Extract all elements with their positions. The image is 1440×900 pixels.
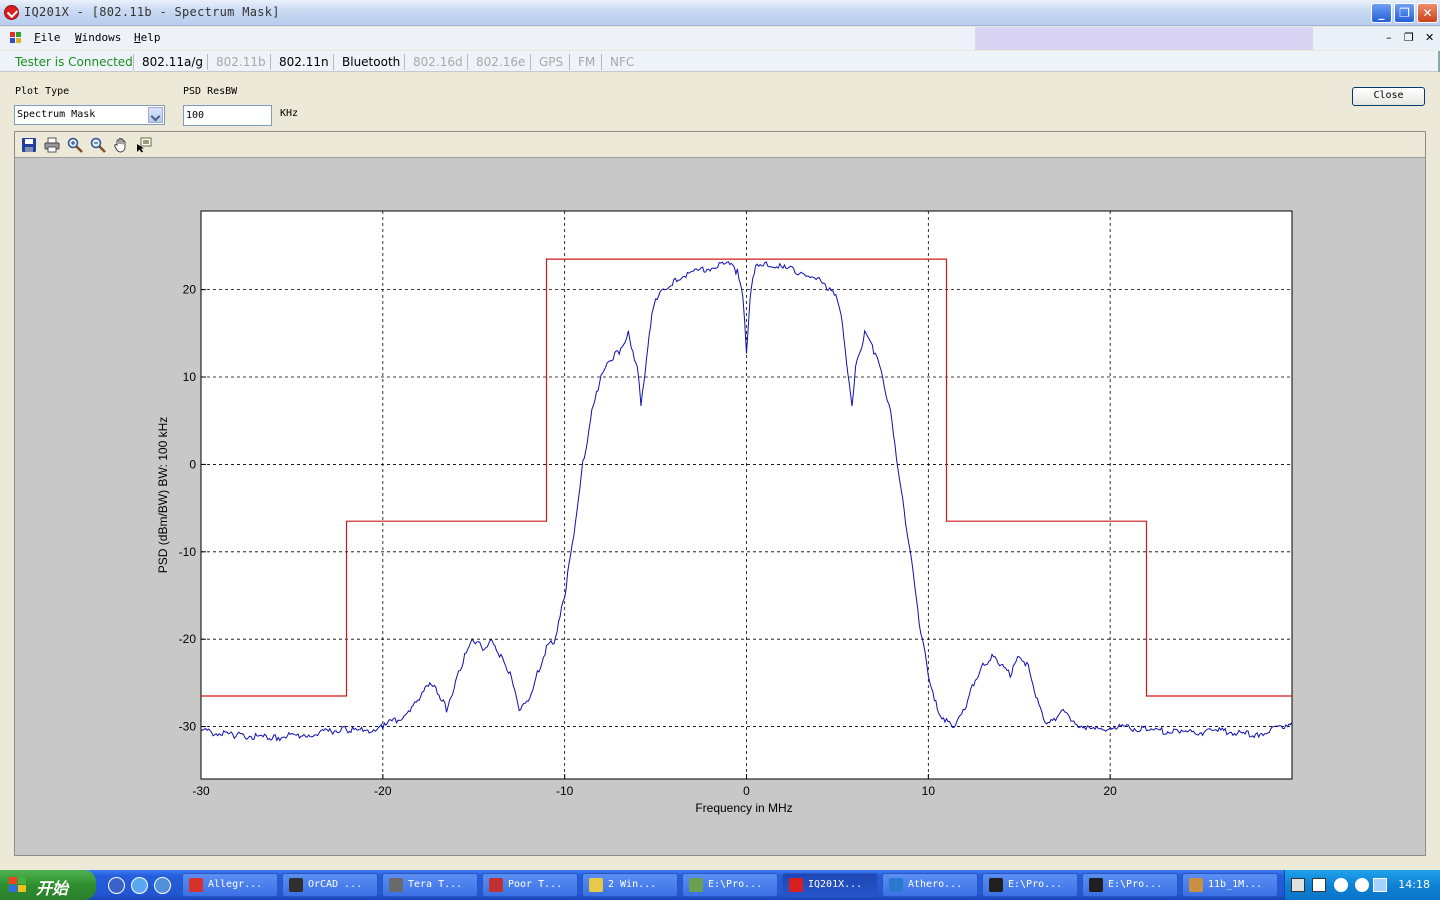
task-app-icon — [789, 878, 803, 892]
plot-panel: -30 -20 -10 0 10 20 -30 -20 -10 0 10 20 Frequency i… — [14, 131, 1426, 856]
task-app-icon — [289, 878, 303, 892]
y-tick-label: 20 — [183, 283, 197, 297]
mdi-minimize-button[interactable]: – — [1386, 31, 1392, 44]
task-app-icon — [689, 878, 703, 892]
monitor-icon[interactable] — [1373, 878, 1387, 892]
x-tick-label: 0 — [743, 784, 750, 798]
tab-802-16d[interactable]: 802.16d — [413, 55, 463, 69]
chevron-down-icon[interactable] — [148, 107, 163, 123]
task-app-icon — [889, 878, 903, 892]
window-title: IQ201X - [802.11b - Spectrum Mask] — [24, 5, 280, 19]
mdi-restore-button[interactable]: ❐ — [1404, 31, 1414, 44]
plot-type-label: Plot Type — [15, 86, 70, 97]
task-label: E:\Pro... — [1108, 879, 1163, 890]
taskbar-task[interactable]: Poor T... — [482, 873, 578, 897]
y-tick-label: -10 — [179, 545, 197, 559]
title-bar: IQ201X - [802.11b - Spectrum Mask] _ ❐ ✕ — [0, 0, 1440, 26]
task-app-icon — [189, 878, 203, 892]
spectrum-chart[interactable]: -30 -20 -10 0 10 20 -30 -20 -10 0 10 20 Frequency i… — [15, 132, 1425, 855]
taskbar-task[interactable]: E:\Pro... — [682, 873, 778, 897]
task-label: E:\Pro... — [1008, 879, 1063, 890]
task-app-icon — [1189, 878, 1203, 892]
task-label: Tera T... — [408, 879, 463, 890]
x-tick-label: 20 — [1103, 784, 1117, 798]
menu-help[interactable]: Help — [134, 31, 161, 44]
y-axis-label: PSD (dBm/BW) BW: 100 kHz — [156, 417, 170, 573]
task-app-icon — [589, 878, 603, 892]
task-app-icon — [489, 878, 503, 892]
taskbar-task[interactable]: E:\Pro... — [982, 873, 1078, 897]
tab-802-11ag[interactable]: 802.11a/g — [142, 55, 203, 69]
app-icon — [4, 5, 19, 20]
mdi-child-icon[interactable] — [10, 32, 22, 44]
menu-bar: File Windows Help – ❐ ✕ — [0, 27, 1440, 50]
psd-resbw-unit: KHz — [280, 108, 299, 119]
taskbar-task[interactable]: Athero... — [882, 873, 978, 897]
tab-bluetooth[interactable]: Bluetooth — [342, 55, 400, 69]
psd-resbw-input[interactable] — [183, 105, 272, 126]
taskbar-task[interactable]: IQ201X... — [782, 873, 878, 897]
y-tick-label: 10 — [183, 370, 197, 384]
mdi-close-button[interactable]: ✕ — [1425, 31, 1434, 44]
taskbar-task[interactable]: E:\Pro... — [1082, 873, 1178, 897]
plot-type-select[interactable]: Spectrum Mask — [14, 105, 165, 125]
x-tick-label: 10 — [922, 784, 936, 798]
close-window-button[interactable]: ✕ — [1417, 3, 1438, 23]
task-label: OrCAD ... — [308, 879, 363, 890]
task-app-icon — [389, 878, 403, 892]
help-quicklaunch-icon[interactable] — [108, 877, 125, 894]
connection-status: Tester is Connected — [15, 55, 133, 69]
restore-button[interactable]: ❐ — [1394, 3, 1415, 23]
y-tick-label: -20 — [179, 632, 197, 646]
menu-file[interactable]: File — [34, 31, 61, 44]
network-icon[interactable] — [1334, 878, 1348, 892]
x-axis-label: Frequency in MHz — [695, 801, 792, 815]
taskbar-task[interactable]: 2 Win... — [582, 873, 678, 897]
tab-802-11b[interactable]: 802.11b — [216, 55, 266, 69]
x-tick-label: -10 — [556, 784, 574, 798]
tab-802-11n[interactable]: 802.11n — [279, 55, 329, 69]
task-label: Poor T... — [508, 879, 563, 890]
start-label: 开始 — [36, 879, 69, 898]
task-label: Athero... — [908, 879, 963, 890]
ie-quicklaunch-icon[interactable] — [131, 877, 148, 894]
desktop-quicklaunch-icon[interactable] — [154, 877, 171, 894]
keyboard-icon[interactable] — [1291, 878, 1305, 892]
tab-nfc[interactable]: NFC — [610, 55, 634, 69]
task-label: Allegr... — [208, 879, 263, 890]
expand-tray-icon[interactable] — [1355, 878, 1369, 892]
y-tick-label: -30 — [179, 720, 197, 734]
windows-flag-icon — [9, 877, 27, 893]
close-button[interactable]: Close — [1352, 87, 1425, 106]
tab-fm[interactable]: FM — [578, 55, 595, 69]
x-tick-label: -30 — [192, 784, 210, 798]
clock: 14:18 — [1398, 878, 1430, 891]
task-label: 11b_1M... — [1208, 879, 1263, 890]
taskbar-task[interactable]: Allegr... — [182, 873, 278, 897]
taskbar-task[interactable]: 11b_1M... — [1182, 873, 1278, 897]
x-tick-label: -20 — [374, 784, 392, 798]
tab-802-16e[interactable]: 802.16e — [476, 55, 525, 69]
task-label: IQ201X... — [808, 879, 863, 890]
start-button[interactable]: 开始 — [0, 870, 96, 900]
minimize-button[interactable]: _ — [1371, 3, 1392, 23]
plot-type-value: Spectrum Mask — [17, 109, 96, 120]
taskbar-task[interactable]: OrCAD ... — [282, 873, 378, 897]
help-tray-icon[interactable] — [1312, 878, 1326, 892]
standard-tab-bar: Tester is Connected 802.11a/g 802.11b 80… — [0, 51, 1440, 72]
task-app-icon — [989, 878, 1003, 892]
task-label: 2 Win... — [608, 879, 657, 890]
psd-resbw-label: PSD ResBW — [183, 86, 238, 97]
menu-windows[interactable]: Windows — [75, 31, 121, 44]
tab-gps[interactable]: GPS — [539, 55, 563, 69]
taskbar-task[interactable]: Tera T... — [382, 873, 478, 897]
task-label: E:\Pro... — [708, 879, 763, 890]
task-app-icon — [1089, 878, 1103, 892]
y-tick-label: 0 — [189, 457, 196, 471]
